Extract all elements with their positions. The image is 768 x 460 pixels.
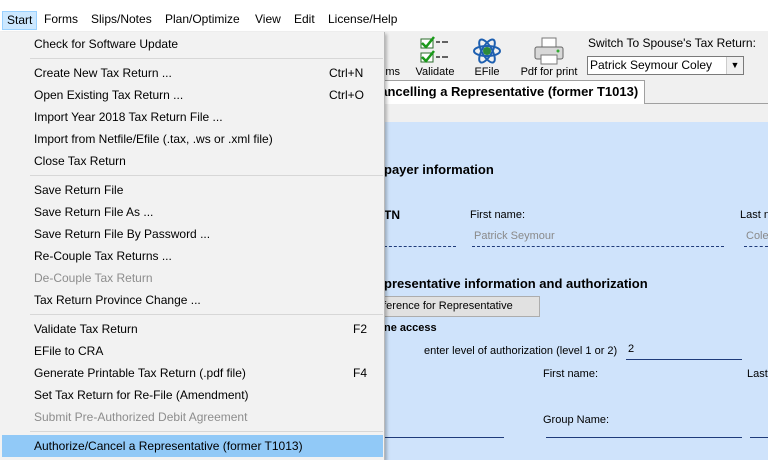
- representative-heading: presentative information and authorizati…: [384, 276, 648, 291]
- menu-item-open-existing[interactable]: Open Existing Tax Return ... Ctrl+O: [2, 84, 383, 106]
- menu-item-label: Validate Tax Return: [34, 322, 138, 336]
- chevron-down-icon[interactable]: ▼: [726, 57, 743, 74]
- menu-item-province-change[interactable]: Tax Return Province Change ...: [2, 289, 383, 311]
- menu-item-save-return[interactable]: Save Return File: [2, 179, 383, 201]
- rep-first-name-label: First name:: [543, 368, 599, 380]
- first-name-field[interactable]: Patrick Seymour: [472, 229, 724, 247]
- menu-item-save-password[interactable]: Save Return File By Password ...: [2, 223, 383, 245]
- sin-label: TN: [384, 208, 400, 222]
- sin-field[interactable]: [384, 229, 456, 247]
- menu-item-label: Open Existing Tax Return ...: [34, 88, 184, 102]
- rep-last-name-label: Last: [747, 368, 768, 380]
- menu-item-save-as[interactable]: Save Return File As ...: [2, 201, 383, 223]
- start-menu-dropdown: Check for Software Update Create New Tax…: [0, 32, 385, 460]
- menu-item-close-return[interactable]: Close Tax Return: [2, 150, 383, 172]
- menu-item-validate[interactable]: Validate Tax Return F2: [2, 318, 383, 340]
- online-access-heading: ne access: [384, 322, 437, 334]
- menu-separator: [30, 314, 383, 315]
- menu-item-label: Import from Netfile/Efile (.tax, .ws or …: [34, 132, 273, 146]
- menu-bar: Start Forms Slips/Notes Plan/Optimize Vi…: [0, 8, 768, 32]
- menu-item-label: De-Couple Tax Return: [34, 271, 153, 285]
- menu-item-label: Close Tax Return: [34, 154, 126, 168]
- menu-item-label: Check for Software Update: [34, 37, 179, 51]
- menu-item-label: Re-Couple Tax Returns ...: [34, 249, 172, 263]
- menu-plan-optimize[interactable]: Plan/Optimize: [161, 11, 244, 30]
- last-name-field[interactable]: Cole: [744, 229, 768, 247]
- menu-slips-notes[interactable]: Slips/Notes: [87, 11, 156, 30]
- menu-item-label: Authorize/Cancel a Representative (forme…: [34, 439, 303, 453]
- menu-item-label: Save Return File By Password ...: [34, 227, 211, 241]
- menu-item-label: EFile to CRA: [34, 344, 104, 358]
- menu-separator: [30, 58, 383, 59]
- menu-item-shortcut: F4: [353, 366, 368, 380]
- last-name-value: Cole: [746, 230, 768, 242]
- rep-id-field[interactable]: [384, 420, 504, 438]
- pdf-for-print-label: Pdf for print: [520, 66, 578, 78]
- menu-item-label: Tax Return Province Change ...: [34, 293, 201, 307]
- menu-item-create-new[interactable]: Create New Tax Return ... Ctrl+N: [2, 62, 383, 84]
- efile-icon: [468, 36, 506, 66]
- menu-item-shortcut: Ctrl+O: [329, 88, 365, 102]
- window-title-strip: [0, 0, 768, 8]
- menu-item-label: Generate Printable Tax Return (.pdf file…: [34, 366, 246, 380]
- menu-separator: [30, 175, 383, 176]
- menu-item-efile-cra[interactable]: EFile to CRA: [2, 340, 383, 362]
- last-name-label: Last n: [740, 209, 768, 221]
- group-name-label: Group Name:: [543, 414, 610, 426]
- menu-item-shortcut: Ctrl+N: [329, 66, 364, 80]
- validate-button[interactable]: Validate: [412, 34, 458, 80]
- menu-item-import-netfile[interactable]: Import from Netfile/Efile (.tax, .ws or …: [2, 128, 383, 150]
- validate-icon: [412, 36, 458, 66]
- menu-item-label: Set Tax Return for Re-File (Amendment): [34, 388, 249, 402]
- first-name-value: Patrick Seymour: [474, 230, 555, 242]
- pdf-for-print-button[interactable]: Pdf for print: [516, 34, 582, 80]
- first-name-label: First name:: [470, 209, 526, 221]
- menu-separator: [30, 431, 383, 432]
- menu-item-refile[interactable]: Set Tax Return for Re-File (Amendment): [2, 384, 383, 406]
- menu-item-label: Save Return File As ...: [34, 205, 154, 219]
- validate-label: Validate: [415, 66, 455, 78]
- switch-spouse-label: Switch To Spouse's Tax Return:: [588, 36, 756, 50]
- menu-item-label: Save Return File: [34, 183, 124, 197]
- menu-item-pad-agreement: Submit Pre-Authorized Debit Agreement: [2, 406, 383, 428]
- menu-start[interactable]: Start: [2, 11, 38, 30]
- tab-authorize-representative[interactable]: cancelling a Representative (former T101…: [366, 80, 646, 104]
- menu-item-label: Submit Pre-Authorized Debit Agreement: [34, 410, 248, 424]
- menu-license-help[interactable]: License/Help: [324, 11, 401, 30]
- menu-item-shortcut: F2: [353, 322, 368, 336]
- menu-item-label: Create New Tax Return ...: [34, 66, 172, 80]
- menu-item-recouple[interactable]: Re-Couple Tax Returns ...: [2, 245, 383, 267]
- menu-forms[interactable]: Forms: [40, 11, 82, 30]
- auth-level-field[interactable]: 2: [626, 342, 742, 360]
- menu-view[interactable]: View: [251, 11, 285, 30]
- menu-edit[interactable]: Edit: [290, 11, 319, 30]
- menu-item-import-2018[interactable]: Import Year 2018 Tax Return File ...: [2, 106, 383, 128]
- menu-item-decouple: De-Couple Tax Return: [2, 267, 383, 289]
- efile-label: EFile: [474, 66, 500, 78]
- menu-item-generate-pdf[interactable]: Generate Printable Tax Return (.pdf file…: [2, 362, 383, 384]
- rep-last-name-field[interactable]: [750, 420, 768, 438]
- auth-level-label: enter level of authorization (level 1 or…: [424, 345, 618, 357]
- menu-item-label: Import Year 2018 Tax Return File ...: [34, 110, 223, 124]
- menu-item-authorize-representative[interactable]: Authorize/Cancel a Representative (forme…: [2, 435, 383, 457]
- spouse-return-value: Patrick Seymour Coley: [590, 58, 713, 72]
- spouse-return-select[interactable]: Patrick Seymour Coley ▼: [587, 56, 744, 75]
- printer-icon: [516, 36, 582, 66]
- menu-item-check-update[interactable]: Check for Software Update: [2, 33, 383, 55]
- auth-level-value: 2: [628, 343, 635, 355]
- taxpayer-info-heading: payer information: [384, 162, 494, 177]
- efile-button[interactable]: EFile: [468, 34, 506, 80]
- reference-for-representative-button[interactable]: eference for Representative: [366, 296, 540, 317]
